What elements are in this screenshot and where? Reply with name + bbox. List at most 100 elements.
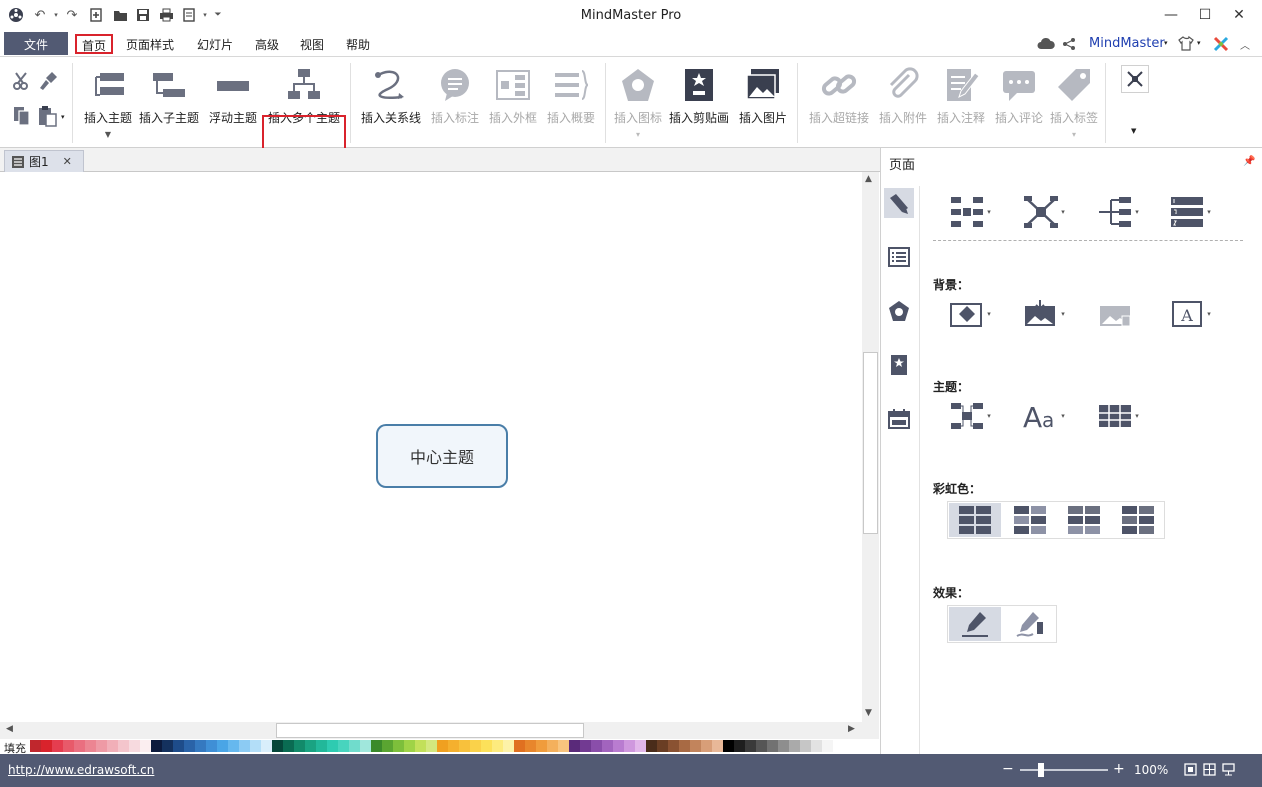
insert-boundary-button[interactable]: 插入外框 bbox=[487, 63, 539, 143]
color-swatch[interactable] bbox=[415, 740, 426, 752]
color-swatch[interactable] bbox=[503, 740, 514, 752]
skin-icon[interactable] bbox=[1178, 35, 1194, 54]
insert-hyperlink-button[interactable]: 插入超链接 bbox=[806, 63, 872, 143]
color-swatch[interactable] bbox=[173, 740, 184, 752]
background-image-button[interactable]: ▾ bbox=[1021, 296, 1067, 332]
account-dropdown-icon[interactable]: ▾ bbox=[1164, 39, 1168, 47]
copy-icon[interactable] bbox=[12, 105, 32, 130]
color-swatch[interactable] bbox=[217, 740, 228, 752]
share-icon[interactable] bbox=[1062, 37, 1076, 54]
color-swatch[interactable] bbox=[327, 740, 338, 752]
vertical-scroll-thumb[interactable] bbox=[863, 352, 878, 534]
zoom-slider-handle[interactable] bbox=[1038, 763, 1044, 777]
color-swatch[interactable] bbox=[591, 740, 602, 752]
layout-tree-button[interactable]: ▾ bbox=[1095, 194, 1141, 230]
theme-color-button[interactable]: ▾ bbox=[1095, 398, 1141, 434]
menu-advanced[interactable]: 高级 bbox=[249, 34, 285, 54]
color-swatch[interactable] bbox=[723, 740, 734, 752]
menu-file[interactable]: 文件 bbox=[4, 32, 68, 55]
color-swatch[interactable] bbox=[316, 740, 327, 752]
color-swatch[interactable] bbox=[536, 740, 547, 752]
close-button[interactable]: ✕ bbox=[1224, 4, 1254, 26]
color-swatch[interactable] bbox=[734, 740, 745, 752]
color-swatch[interactable] bbox=[646, 740, 657, 752]
color-swatch[interactable] bbox=[129, 740, 140, 752]
insert-relationship-button[interactable]: 插入关系线 bbox=[358, 63, 424, 143]
floating-topic-button[interactable]: 浮动主题 bbox=[206, 63, 260, 143]
rainbow-option-4[interactable] bbox=[1112, 503, 1164, 537]
color-swatch[interactable] bbox=[404, 740, 415, 752]
effect-normal-button[interactable] bbox=[949, 607, 1001, 641]
color-swatch[interactable] bbox=[393, 740, 404, 752]
paste-icon[interactable] bbox=[38, 105, 60, 130]
central-topic[interactable]: 中心主题 bbox=[376, 424, 508, 488]
menu-view[interactable]: 视图 bbox=[294, 34, 330, 54]
color-swatch[interactable] bbox=[382, 740, 393, 752]
icons-tab-icon[interactable] bbox=[884, 296, 914, 326]
cloud-icon[interactable] bbox=[1037, 37, 1055, 54]
apps-icon[interactable] bbox=[1213, 36, 1229, 55]
account-menu[interactable]: MindMaster bbox=[1089, 36, 1165, 51]
outline-tab-icon[interactable] bbox=[884, 242, 914, 272]
color-swatch[interactable] bbox=[712, 740, 723, 752]
color-swatch[interactable] bbox=[481, 740, 492, 752]
color-swatch[interactable] bbox=[635, 740, 646, 752]
color-swatch[interactable] bbox=[679, 740, 690, 752]
color-swatch[interactable] bbox=[294, 740, 305, 752]
color-swatch[interactable] bbox=[151, 740, 162, 752]
menu-home[interactable]: 首页 bbox=[75, 34, 114, 54]
rainbow-option-3[interactable] bbox=[1058, 503, 1110, 537]
color-swatch[interactable] bbox=[624, 740, 635, 752]
scroll-down-icon[interactable]: ▼ bbox=[865, 708, 872, 718]
page-style-tab-icon[interactable] bbox=[884, 188, 914, 218]
collapse-ribbon-icon[interactable]: ︿ bbox=[1240, 37, 1250, 52]
doc-tab[interactable]: 图1 ✕ bbox=[4, 150, 84, 172]
insert-note-button[interactable]: 插入注释 bbox=[935, 63, 987, 143]
color-swatch[interactable] bbox=[74, 740, 85, 752]
website-link[interactable]: http://www.edrawsoft.cn bbox=[8, 763, 154, 777]
insert-callout-button[interactable]: 插入标注 bbox=[429, 63, 481, 143]
zoom-slider[interactable] bbox=[1020, 769, 1108, 771]
layout-dropdown-icon[interactable]: ▼ bbox=[1131, 127, 1136, 135]
color-swatch[interactable] bbox=[690, 740, 701, 752]
color-swatch[interactable] bbox=[525, 740, 536, 752]
insert-topic-button[interactable]: 插入主题 ▼ bbox=[82, 63, 134, 143]
color-swatch[interactable] bbox=[789, 740, 800, 752]
background-color-button[interactable]: ▾ bbox=[947, 296, 993, 332]
color-swatch[interactable] bbox=[272, 740, 283, 752]
zoom-in-button[interactable]: + bbox=[1113, 761, 1125, 777]
color-swatch[interactable] bbox=[41, 740, 52, 752]
color-swatch[interactable] bbox=[657, 740, 668, 752]
color-swatch[interactable] bbox=[437, 740, 448, 752]
theme-font-button[interactable]: Aa ▾ bbox=[1021, 398, 1067, 434]
color-swatch[interactable] bbox=[668, 740, 679, 752]
remove-background-button[interactable] bbox=[1093, 296, 1139, 332]
zoom-out-button[interactable]: − bbox=[1002, 761, 1014, 777]
color-swatch[interactable] bbox=[349, 740, 360, 752]
color-swatch[interactable] bbox=[756, 740, 767, 752]
color-swatch[interactable] bbox=[228, 740, 239, 752]
paste-dropdown-icon[interactable]: ▾ bbox=[61, 113, 65, 121]
color-swatch[interactable] bbox=[30, 740, 41, 752]
format-painter-icon[interactable] bbox=[38, 71, 58, 94]
menu-page-style[interactable]: 页面样式 bbox=[120, 34, 180, 54]
insert-image-button[interactable]: 插入图片 bbox=[736, 63, 790, 143]
horizontal-scrollbar[interactable]: ◀ ▶ bbox=[0, 722, 862, 739]
menu-slideshow[interactable]: 幻灯片 bbox=[191, 34, 239, 54]
cut-icon[interactable] bbox=[12, 71, 32, 94]
rainbow-option-2[interactable] bbox=[1004, 503, 1056, 537]
mindmap-canvas[interactable]: 中心主题 bbox=[0, 172, 862, 722]
fit-page-icon[interactable] bbox=[1184, 763, 1197, 779]
color-swatch[interactable] bbox=[745, 740, 756, 752]
color-swatch[interactable] bbox=[800, 740, 811, 752]
clipart-tab-icon[interactable] bbox=[884, 350, 914, 380]
insert-icon-dropdown-icon[interactable]: ▾ bbox=[636, 130, 640, 139]
color-swatch[interactable] bbox=[305, 740, 316, 752]
color-swatch[interactable] bbox=[184, 740, 195, 752]
color-swatch[interactable] bbox=[778, 740, 789, 752]
close-tab-icon[interactable]: ✕ bbox=[63, 155, 72, 168]
menu-help[interactable]: 帮助 bbox=[340, 34, 376, 54]
color-swatch[interactable] bbox=[822, 740, 833, 752]
color-swatch[interactable] bbox=[360, 740, 371, 752]
color-swatch[interactable] bbox=[283, 740, 294, 752]
